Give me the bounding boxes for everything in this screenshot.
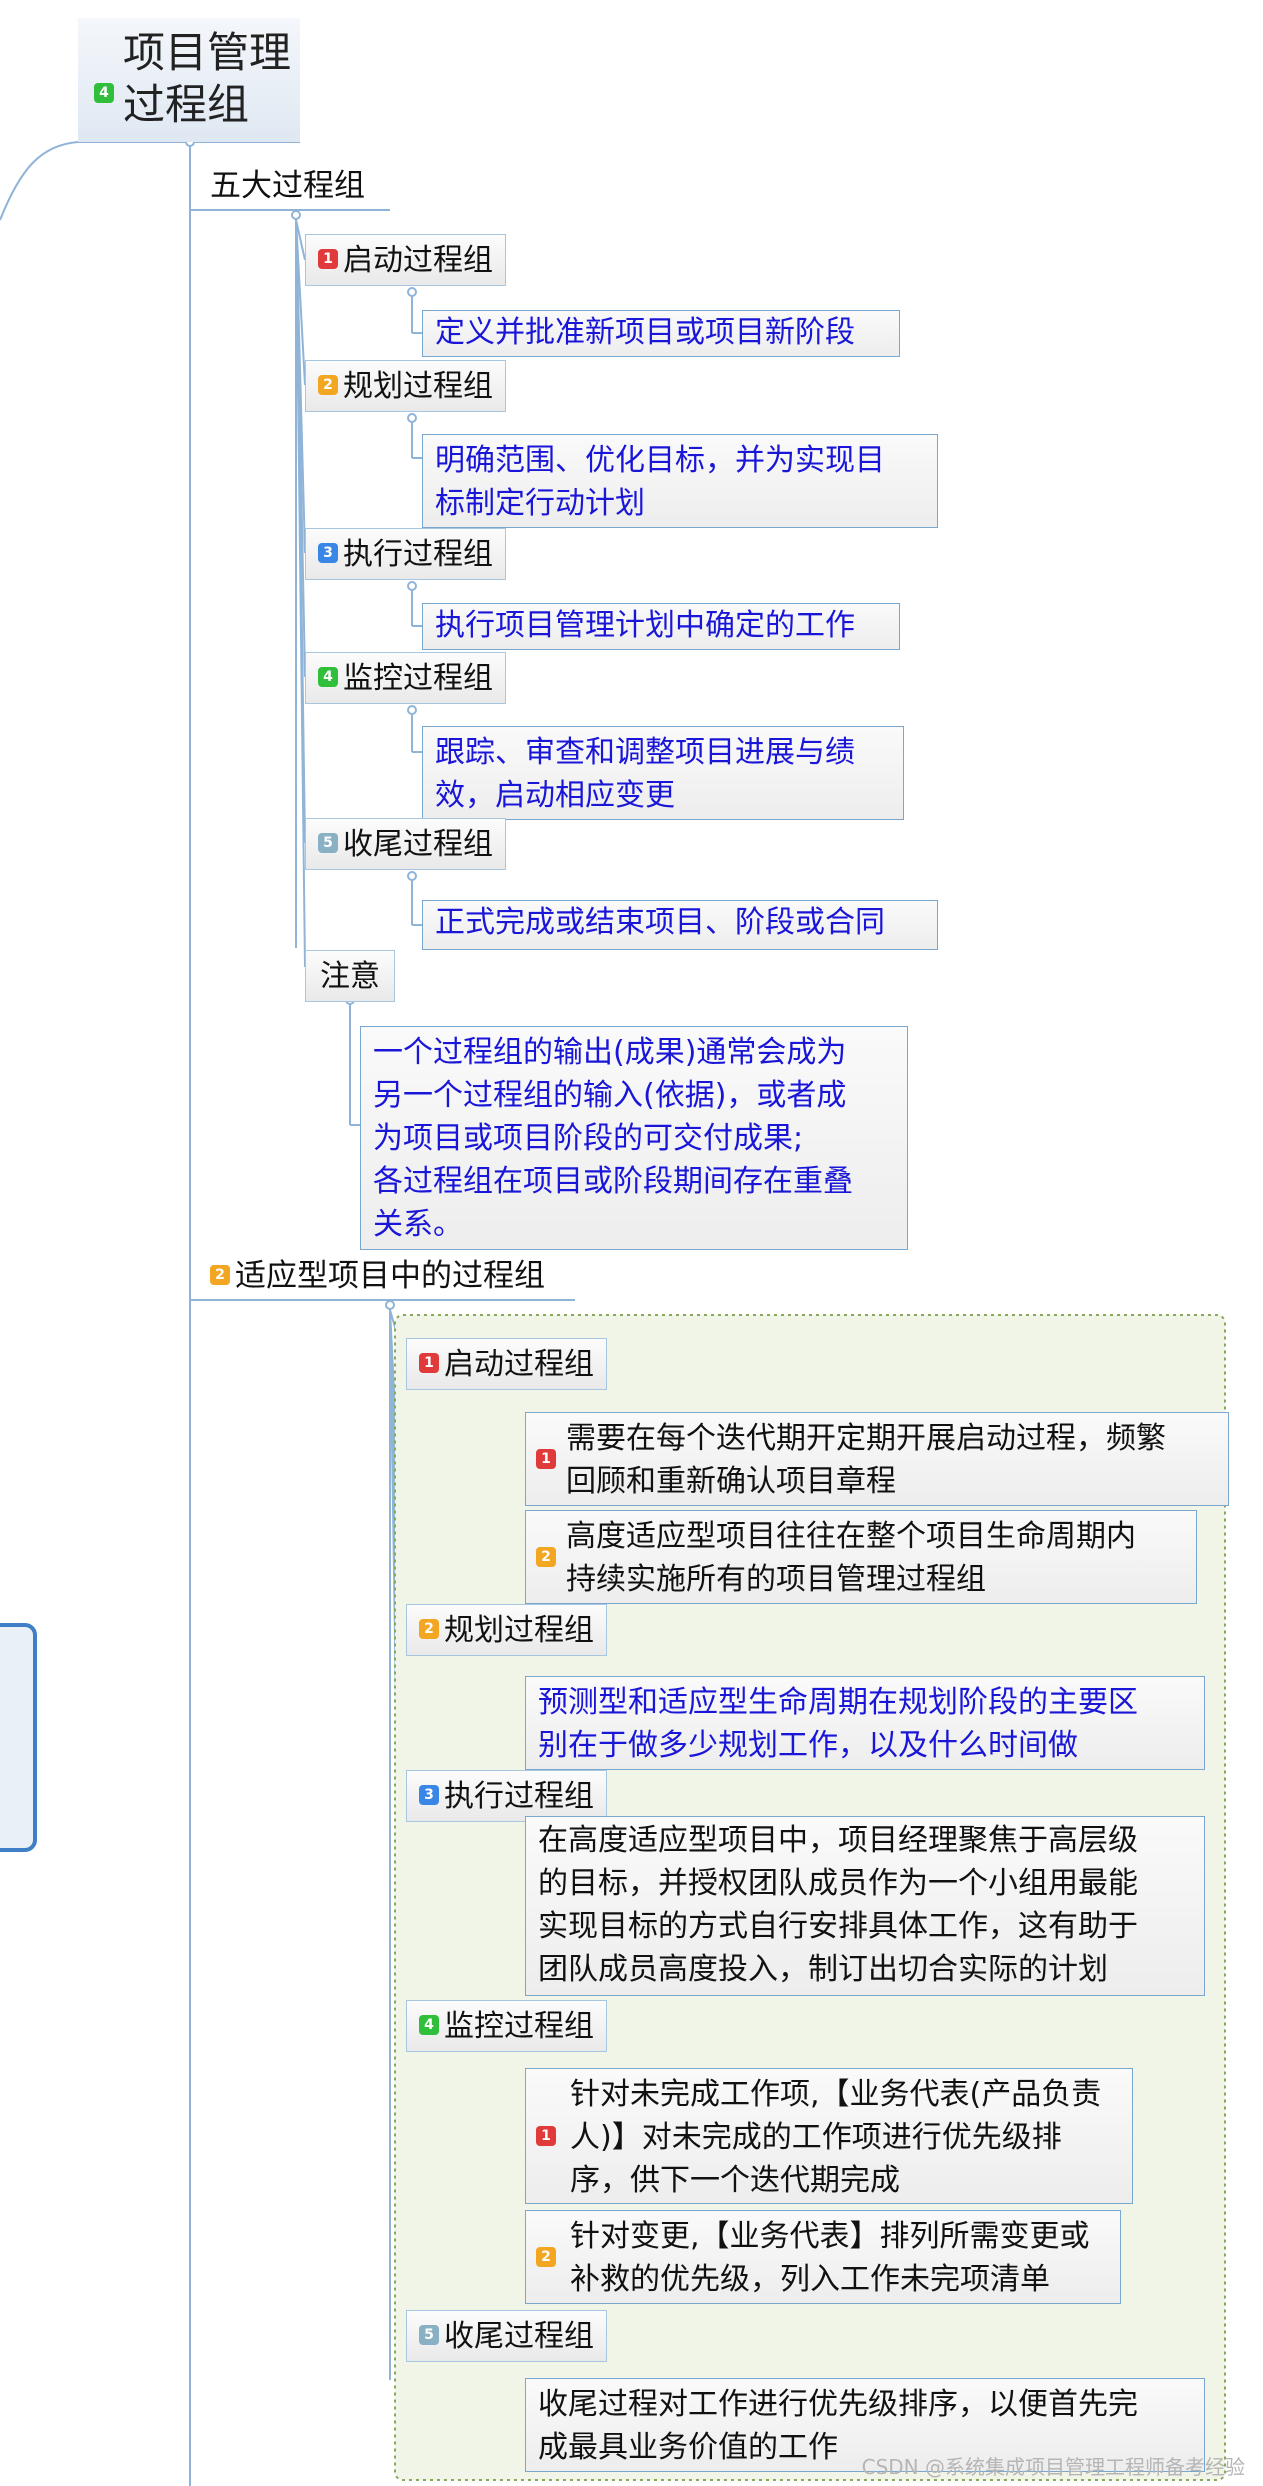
priority-1-icon: 1 bbox=[536, 2126, 556, 2146]
priority-3-icon: 3 bbox=[419, 1784, 439, 1805]
root-title-line1: 项目管理 bbox=[123, 28, 292, 77]
five-groups-title[interactable]: 五大过程组 bbox=[210, 160, 365, 212]
priority-2-icon: 2 bbox=[318, 374, 338, 395]
topic-executing[interactable]: 3 执行过程组 bbox=[305, 528, 506, 580]
topic-label: 收尾过程组 bbox=[343, 827, 493, 862]
note-text-line: 补救的优先级，列入工作未完项清单 bbox=[570, 2262, 1050, 2297]
note-text-line: 预测型和适应型生命周期在规划阶段的主要区 bbox=[538, 1685, 1138, 1720]
mind-map-canvas: 4 项目管理 过程组 五大过程组 1 启动过程组 定义并批准新项目或项目新阶段 2… bbox=[0, 0, 1263, 2486]
note-text-line: 实现目标的方式自行安排具体工作，这有助于 bbox=[538, 1909, 1138, 1944]
root-title-line2: 过程组 bbox=[123, 80, 250, 129]
note-text-line: 收尾过程对工作进行优先级排序，以便首先完 bbox=[538, 2387, 1138, 2422]
note-text-line: 为项目或项目阶段的可交付成果; bbox=[373, 1121, 804, 1156]
note-text-line: 别在于做多少规划工作，以及什么时间做 bbox=[538, 1728, 1078, 1763]
desc-closing[interactable]: 正式完成或结束项目、阶段或合同 bbox=[422, 900, 938, 950]
adaptive-planning-note[interactable]: 预测型和适应型生命周期在规划阶段的主要区 别在于做多少规划工作，以及什么时间做 bbox=[525, 1676, 1205, 1770]
priority-2-icon: 2 bbox=[536, 1547, 556, 1567]
topic-label: 启动过程组 bbox=[444, 1347, 594, 1382]
desc-text: 执行项目管理计划中确定的工作 bbox=[435, 608, 855, 643]
priority-1-icon: 1 bbox=[536, 1449, 556, 1469]
topic-initiating[interactable]: 1 启动过程组 bbox=[305, 234, 506, 286]
topic-label: 规划过程组 bbox=[343, 369, 493, 404]
priority-4-icon: 4 bbox=[419, 2014, 439, 2035]
topic-label: 规划过程组 bbox=[444, 1613, 594, 1648]
desc-text-line: 跟踪、审查和调整项目进展与绩 bbox=[435, 735, 855, 770]
desc-initiating[interactable]: 定义并批准新项目或项目新阶段 bbox=[422, 310, 900, 357]
desc-text-line: 效，启动相应变更 bbox=[435, 778, 675, 813]
desc-monitoring[interactable]: 跟踪、审查和调整项目进展与绩 效，启动相应变更 bbox=[422, 726, 904, 820]
priority-1-icon: 1 bbox=[318, 248, 338, 269]
adaptive-title-label: 适应型项目中的过程组 bbox=[235, 1258, 545, 1294]
topic-label: 执行过程组 bbox=[444, 1779, 594, 1814]
adaptive-initiating-note-2[interactable]: 2 高度适应型项目往往在整个项目生命周期内 持续实施所有的项目管理过程组 bbox=[525, 1510, 1197, 1604]
adaptive-initiating-note-1[interactable]: 1 需要在每个迭代期开定期开展启动过程，频繁 回顾和重新确认项目章程 bbox=[525, 1412, 1229, 1506]
note-text-line: 持续实施所有的项目管理过程组 bbox=[566, 1562, 986, 1597]
topic-label: 启动过程组 bbox=[343, 243, 493, 278]
topic-monitoring[interactable]: 4 监控过程组 bbox=[305, 652, 506, 704]
note-text-line: 各过程组在项目或阶段期间存在重叠 bbox=[373, 1164, 853, 1199]
note-text-line: 需要在每个迭代期开定期开展启动过程，频繁 bbox=[566, 1421, 1166, 1456]
adaptive-monitoring-note-1[interactable]: 1 针对未完成工作项,【业务代表(产品负责 人)】对未完成的工作项进行优先级排 … bbox=[525, 2068, 1133, 2204]
topic-planning[interactable]: 2 规划过程组 bbox=[305, 360, 506, 412]
adaptive-title[interactable]: 2 适应型项目中的过程组 bbox=[210, 1250, 545, 1302]
priority-2-icon: 2 bbox=[536, 2247, 556, 2267]
priority-4-icon: 4 bbox=[94, 82, 114, 103]
priority-2-icon: 2 bbox=[210, 1264, 230, 1285]
note-text-line: 人)】对未完成的工作项进行优先级排 bbox=[570, 2120, 1062, 2155]
topic-label: 执行过程组 bbox=[343, 537, 493, 572]
note-overlap[interactable]: 一个过程组的输出(成果)通常会成为 另一个过程组的输入(依据)，或者成 为项目或… bbox=[360, 1026, 908, 1250]
watermark-text: CSDN @系统集成项目管理工程师备考经验 bbox=[861, 2455, 1245, 2479]
note-text-line: 序，供下一个迭代期完成 bbox=[570, 2163, 900, 2198]
priority-5-icon: 5 bbox=[419, 2324, 439, 2345]
desc-text: 定义并批准新项目或项目新阶段 bbox=[435, 315, 855, 350]
priority-2-icon: 2 bbox=[419, 1618, 439, 1639]
adaptive-topic-planning[interactable]: 2 规划过程组 bbox=[406, 1604, 607, 1656]
note-text-line: 团队成员高度投入，制订出切合实际的计划 bbox=[538, 1952, 1108, 1987]
desc-text-line: 明确范围、优化目标，并为实现目 bbox=[435, 443, 885, 478]
note-text-line: 回顾和重新确认项目章程 bbox=[566, 1464, 896, 1499]
topic-closing[interactable]: 5 收尾过程组 bbox=[305, 818, 506, 870]
root-topic[interactable]: 4 项目管理 过程组 bbox=[78, 18, 300, 142]
note-text-line: 针对变更,【业务代表】排列所需变更或 bbox=[570, 2219, 1090, 2254]
note-text-line: 一个过程组的输出(成果)通常会成为 bbox=[373, 1035, 847, 1070]
priority-5-icon: 5 bbox=[318, 832, 338, 853]
desc-executing[interactable]: 执行项目管理计划中确定的工作 bbox=[422, 603, 900, 650]
adaptive-monitoring-note-2[interactable]: 2 针对变更,【业务代表】排列所需变更或 补救的优先级，列入工作未完项清单 bbox=[525, 2210, 1121, 2304]
note-text-line: 的目标，并授权团队成员作为一个小组用最能 bbox=[538, 1866, 1138, 1901]
adaptive-topic-closing[interactable]: 5 收尾过程组 bbox=[406, 2310, 607, 2362]
priority-3-icon: 3 bbox=[318, 542, 338, 563]
desc-text-line: 标制定行动计划 bbox=[435, 486, 645, 521]
desc-text: 正式完成或结束项目、阶段或合同 bbox=[435, 905, 885, 940]
note-text-line: 关系。 bbox=[373, 1207, 463, 1242]
topic-label: 注意 bbox=[320, 959, 380, 994]
desc-planning[interactable]: 明确范围、优化目标，并为实现目 标制定行动计划 bbox=[422, 434, 938, 528]
adaptive-topic-executing[interactable]: 3 执行过程组 bbox=[406, 1770, 607, 1822]
note-text-line: 另一个过程组的输入(依据)，或者成 bbox=[373, 1078, 847, 1113]
adaptive-topic-monitoring[interactable]: 4 监控过程组 bbox=[406, 2000, 607, 2052]
adaptive-executing-note[interactable]: 在高度适应型项目中，项目经理聚焦于高层级 的目标，并授权团队成员作为一个小组用最… bbox=[525, 1816, 1205, 1996]
adaptive-topic-initiating[interactable]: 1 启动过程组 bbox=[406, 1338, 607, 1390]
topic-note[interactable]: 注意 bbox=[305, 950, 395, 1002]
priority-1-icon: 1 bbox=[419, 1352, 439, 1373]
priority-4-icon: 4 bbox=[318, 666, 338, 687]
topic-label: 监控过程组 bbox=[343, 661, 493, 696]
note-text-line: 针对未完成工作项,【业务代表(产品负责 bbox=[570, 2077, 1102, 2112]
topic-label: 收尾过程组 bbox=[444, 2319, 594, 2354]
topic-label: 监控过程组 bbox=[444, 2009, 594, 2044]
note-text-line: 在高度适应型项目中，项目经理聚焦于高层级 bbox=[538, 1823, 1138, 1858]
note-text-line: 高度适应型项目往往在整个项目生命周期内 bbox=[566, 1519, 1136, 1554]
